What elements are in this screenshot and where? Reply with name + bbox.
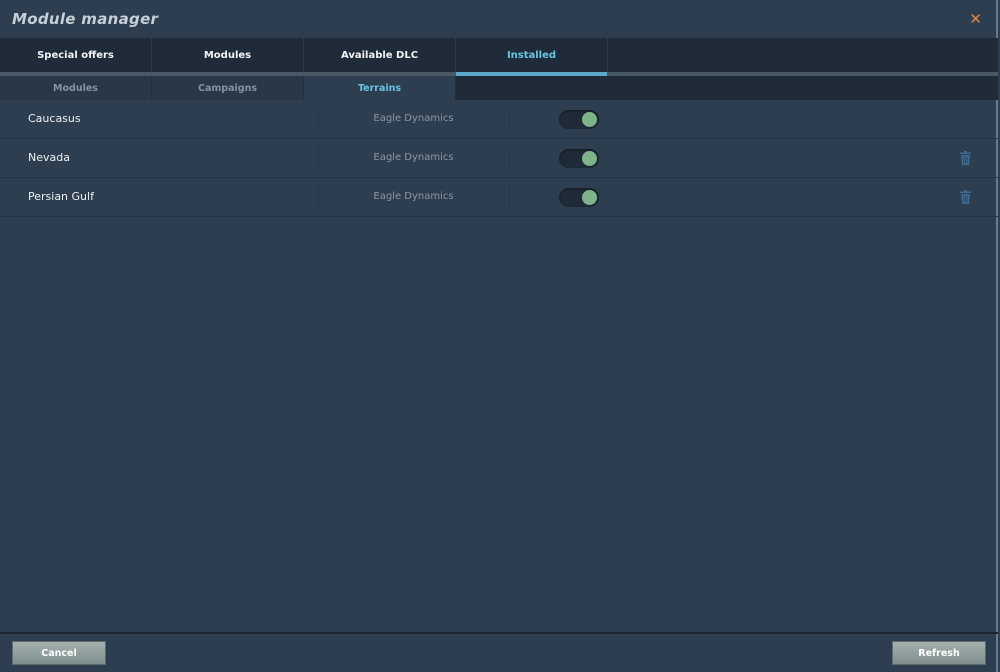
column-divider bbox=[509, 106, 510, 132]
terrain-name: Nevada bbox=[28, 151, 70, 164]
enable-toggle[interactable] bbox=[559, 188, 599, 207]
toggle-knob bbox=[582, 151, 597, 166]
column-divider bbox=[509, 184, 510, 210]
cancel-button[interactable]: Cancel bbox=[12, 641, 106, 665]
enable-toggle[interactable] bbox=[559, 110, 599, 129]
subtab-modules[interactable]: Modules bbox=[0, 76, 152, 100]
subtab-campaigns[interactable]: Campaigns bbox=[152, 76, 304, 100]
tab-available-dlc[interactable]: Available DLC bbox=[304, 38, 456, 72]
tab-modules[interactable]: Modules bbox=[152, 38, 304, 72]
table-row: Caucasus Eagle Dynamics bbox=[0, 100, 998, 139]
trash-icon[interactable] bbox=[960, 151, 971, 165]
table-row: Persian Gulf Eagle Dynamics bbox=[0, 178, 998, 217]
column-divider bbox=[509, 145, 510, 171]
terrain-name: Caucasus bbox=[28, 112, 81, 125]
enable-toggle[interactable] bbox=[559, 149, 599, 168]
main-tabs: Special offers Modules Available DLC Ins… bbox=[0, 38, 998, 72]
toggle-knob bbox=[582, 112, 597, 127]
table-row: Nevada Eagle Dynamics bbox=[0, 139, 998, 178]
publisher: Eagle Dynamics bbox=[373, 113, 454, 124]
refresh-button[interactable]: Refresh bbox=[892, 641, 986, 665]
toggle-knob bbox=[582, 190, 597, 205]
terrain-name: Persian Gulf bbox=[28, 190, 94, 203]
window-title: Module manager bbox=[12, 10, 159, 28]
subtab-terrains[interactable]: Terrains bbox=[304, 76, 456, 100]
publisher: Eagle Dynamics bbox=[373, 191, 454, 202]
trash-icon[interactable] bbox=[960, 190, 971, 204]
module-manager-window: Module manager ✕ Special offers Modules … bbox=[0, 0, 998, 672]
publisher: Eagle Dynamics bbox=[373, 152, 454, 163]
tab-installed[interactable]: Installed bbox=[456, 38, 608, 72]
tab-special-offers[interactable]: Special offers bbox=[0, 38, 152, 72]
sub-tabs: Modules Campaigns Terrains bbox=[0, 76, 998, 100]
close-icon[interactable]: ✕ bbox=[969, 10, 982, 28]
footer-divider bbox=[0, 632, 998, 634]
